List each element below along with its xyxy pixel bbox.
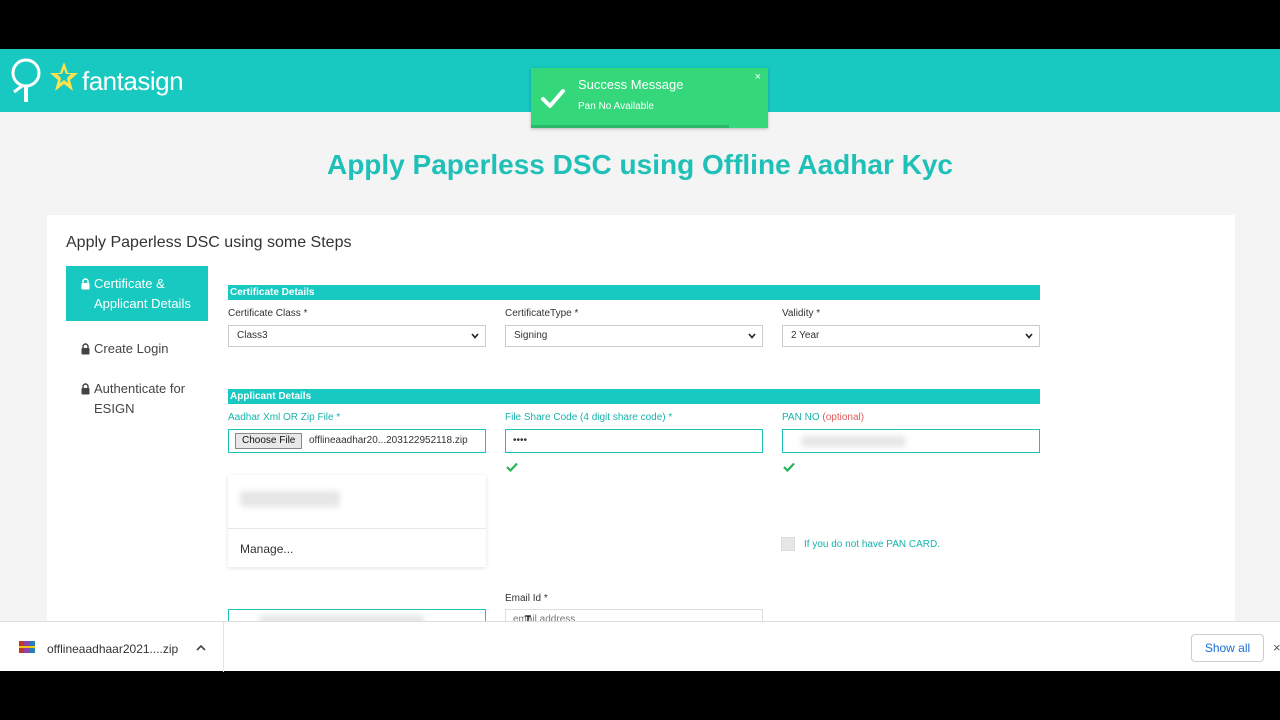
certificate-type-select[interactable]: Signing [505, 325, 763, 347]
step-certificate-details[interactable]: Certificate & Applicant Details [66, 266, 208, 321]
download-file-name: offlineaadhaar2021....zip [47, 642, 179, 656]
file-name: offlineaadhar20...203122952118.zip [309, 435, 468, 446]
certificate-class-select[interactable]: Class3 [228, 325, 486, 347]
step-label: Create Login [94, 341, 169, 356]
lock-icon [81, 343, 90, 355]
section-applicant-details: Applicant Details [228, 389, 1040, 404]
email-label: Email Id * [505, 593, 548, 604]
share-code-label: File Share Code (4 digit share code) * [505, 412, 673, 423]
pan-label-text: PAN NO [782, 412, 820, 423]
choose-file-button[interactable]: Choose File [235, 433, 303, 449]
certificate-type-label: CertificateType * [505, 308, 579, 319]
step-create-login[interactable]: Create Login [66, 331, 208, 367]
pan-input[interactable] [782, 429, 1040, 453]
steps-nav: Certificate & Applicant Details Create L… [66, 266, 208, 427]
certificate-type-value: Signing [514, 330, 548, 341]
autofill-manage[interactable]: Manage... [240, 542, 293, 556]
check-icon [541, 89, 565, 108]
lock-icon [81, 278, 90, 290]
show-all-button[interactable]: Show all [1191, 634, 1264, 662]
blurred-suggestion[interactable] [240, 491, 340, 507]
chevron-down-icon [748, 333, 756, 339]
step-label: Authenticate for ESIGN [94, 381, 186, 416]
browser-viewport: fantasign Success Message Pan No Availab… [0, 49, 1280, 671]
validity-value: 2 Year [791, 330, 820, 341]
certificate-class-label: Certificate Class * [228, 308, 308, 319]
pan-optional-text: (optional) [822, 412, 865, 423]
toast-title: Success Message [578, 77, 684, 92]
success-toast: Success Message Pan No Available × [531, 68, 768, 128]
site-header: fantasign Success Message Pan No Availab… [0, 49, 1280, 128]
divider [228, 528, 486, 529]
brand-logo[interactable]: fantasign [8, 55, 208, 107]
toast-message: Pan No Available [578, 101, 654, 112]
lock-icon [81, 383, 90, 395]
card-title: Apply Paperless DSC using some Steps [66, 234, 352, 251]
chevron-up-icon[interactable] [196, 644, 206, 651]
section-certificate-details: Certificate Details [228, 285, 1040, 300]
toast-progress-bar [531, 125, 729, 128]
share-code-value: •••• [513, 435, 528, 446]
blurred-pan-value [801, 436, 906, 447]
chevron-down-icon [1025, 333, 1033, 339]
pan-label: PAN NO (optional) [782, 412, 864, 423]
form-card: Apply Paperless DSC using some Steps Cer… [47, 215, 1235, 671]
page-title: Apply Paperless DSC using Offline Aadhar… [326, 149, 953, 180]
download-bar-close-icon[interactable]: × [1273, 640, 1280, 655]
archive-icon [19, 641, 35, 653]
chevron-down-icon [471, 333, 479, 339]
aadhar-file-input[interactable]: Choose File offlineaadhar20...2031229521… [228, 429, 486, 453]
logo-text: fantasign [82, 65, 184, 96]
step-authenticate-esign[interactable]: Authenticate for ESIGN [66, 371, 208, 427]
share-code-input[interactable]: •••• [505, 429, 763, 453]
download-item[interactable]: offlineaadhaar2021....zip [0, 622, 224, 672]
aadhar-file-label: Aadhar Xml OR Zip File * [228, 412, 341, 423]
step-label: Certificate & Applicant Details [94, 276, 191, 311]
certificate-class-value: Class3 [237, 330, 268, 341]
validity-select[interactable]: 2 Year [782, 325, 1040, 347]
download-bar: offlineaadhaar2021....zip Show all × [0, 621, 1280, 672]
check-icon [506, 462, 518, 472]
logo-icon [11, 58, 78, 102]
toast-close-button[interactable]: × [755, 71, 761, 83]
no-pan-checkbox[interactable] [781, 537, 795, 551]
check-icon [783, 462, 795, 472]
no-pan-label: If you do not have PAN CARD. [804, 539, 940, 550]
validity-label: Validity * [782, 308, 821, 319]
autofill-dropdown[interactable]: Manage... [228, 475, 486, 567]
